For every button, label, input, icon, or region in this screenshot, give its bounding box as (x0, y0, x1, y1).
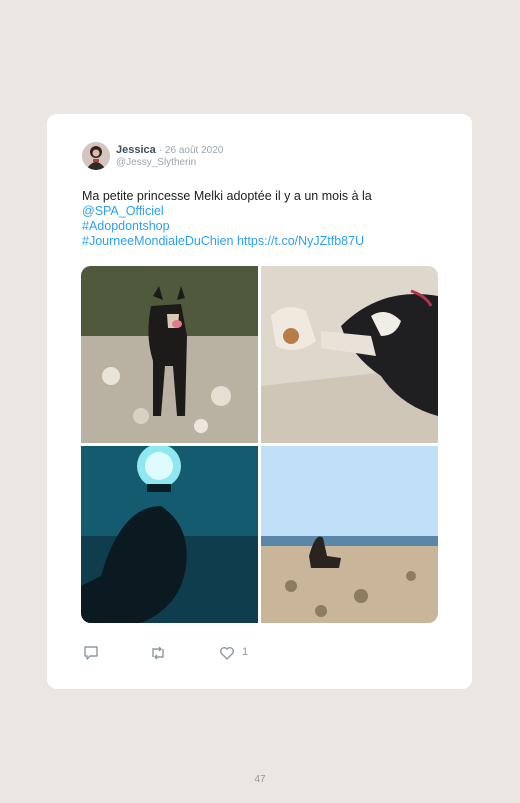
hashtag-link[interactable]: #JourneeMondialeDuChien (82, 234, 234, 248)
mention-link[interactable]: @SPA_Officiel (82, 204, 442, 219)
retweet-icon[interactable] (149, 645, 167, 661)
photo-grid (81, 266, 438, 623)
photo-dog-lamp[interactable] (81, 446, 258, 623)
avatar[interactable] (82, 142, 110, 170)
author-handle[interactable]: @Jessy_Slytherin (116, 157, 196, 168)
author-row: Jessica · 26 août 2020 (116, 144, 223, 156)
author-name[interactable]: Jessica (116, 144, 156, 156)
tweet-card: Jessica · 26 août 2020 @Jessy_Slytherin … (47, 114, 472, 689)
url-link[interactable]: https://t.co/NyJZtfb87U (237, 234, 364, 248)
tweet-text-line: Ma petite princesse Melki adoptée il y a… (82, 189, 372, 203)
heart-icon[interactable] (219, 645, 235, 661)
photo-dog-standing[interactable] (81, 266, 258, 443)
reply-icon[interactable] (83, 645, 99, 661)
like-count: 1 (242, 646, 249, 658)
hashtag-link[interactable]: #Adopdontshop (82, 219, 442, 234)
photo-dog-beach[interactable] (261, 446, 438, 623)
page-number: 47 (254, 774, 266, 785)
tweet-actions: 1 (83, 645, 283, 661)
tweet-text: Ma petite princesse Melki adoptée il y a… (82, 189, 442, 249)
photo-dog-with-toy[interactable] (261, 266, 438, 443)
tweet-date[interactable]: · 26 août 2020 (159, 145, 224, 156)
